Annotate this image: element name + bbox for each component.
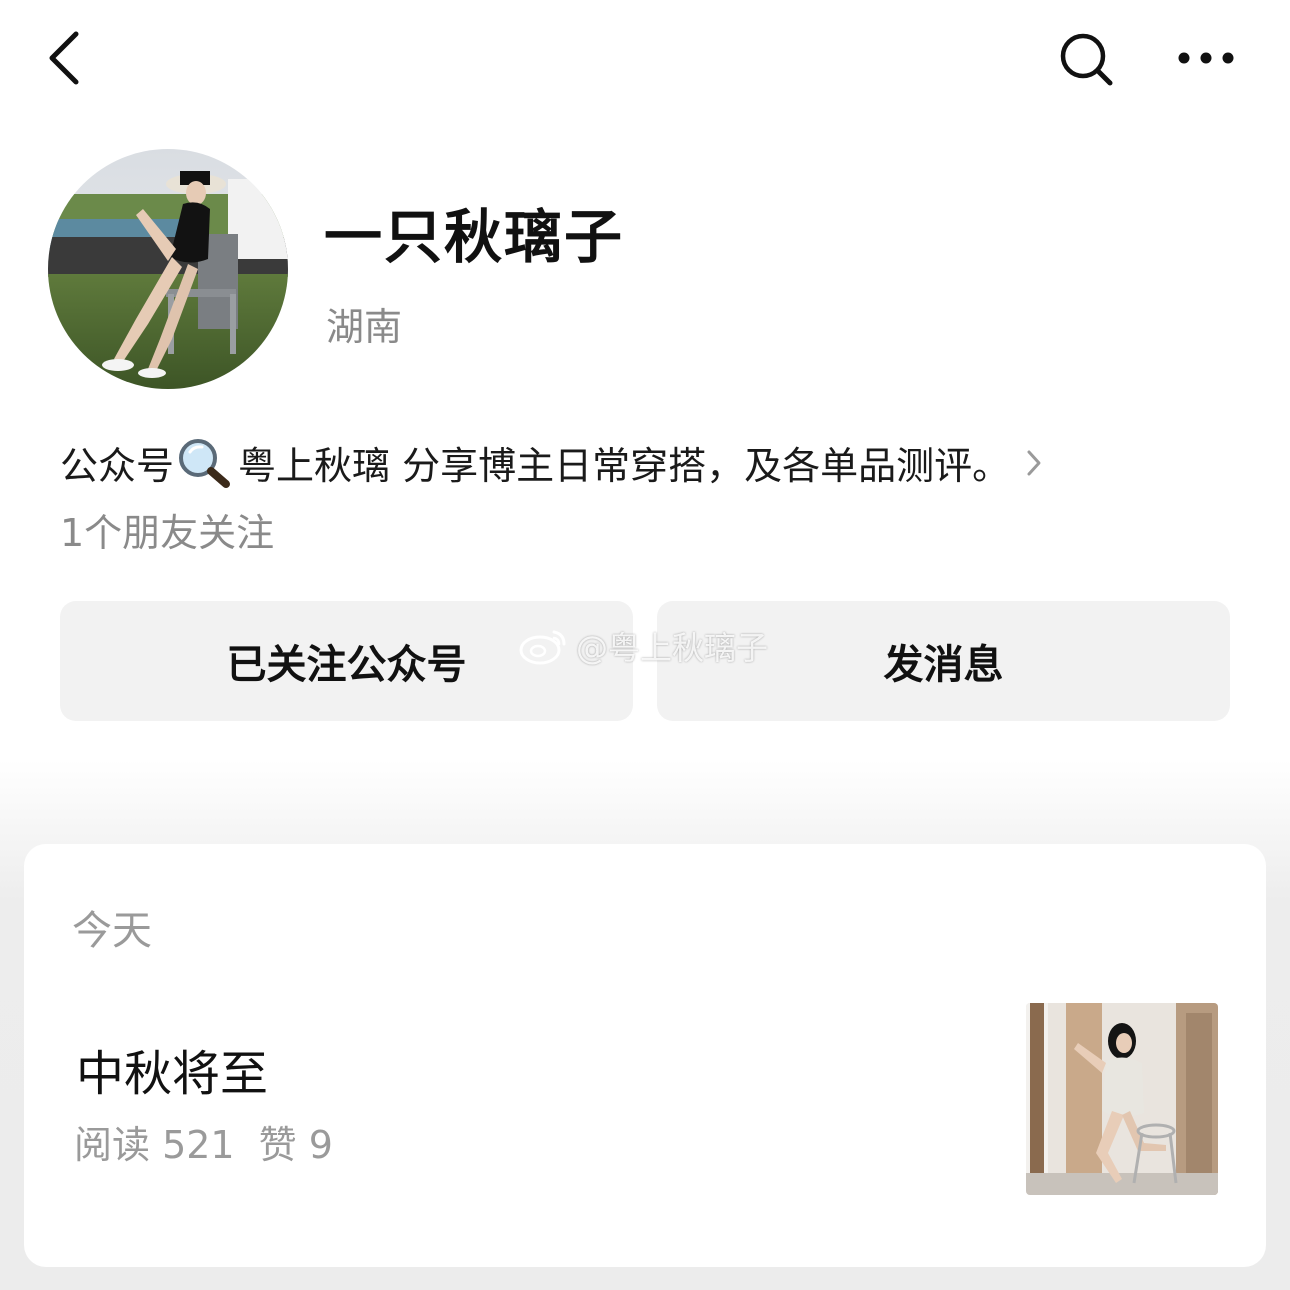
article-stats: 阅读 521 赞 9 bbox=[74, 1114, 333, 1169]
chevron-right-icon bbox=[1024, 445, 1044, 479]
weibo-logo-icon bbox=[519, 630, 566, 665]
article-title: 中秋将至 bbox=[76, 1046, 269, 1102]
chevron-left-icon bbox=[49, 31, 79, 85]
followed-account-label: 已关注公众号 bbox=[226, 642, 467, 688]
article-thumbnail[interactable] bbox=[1026, 1003, 1218, 1195]
intro-prefix: 公众号 bbox=[60, 443, 175, 488]
more-button[interactable] bbox=[1170, 36, 1240, 80]
avatar[interactable] bbox=[48, 149, 288, 389]
avatar-photo bbox=[48, 149, 288, 389]
watermark-text: @粤上秋璃子 bbox=[576, 629, 769, 667]
magnifier-emoji-icon bbox=[176, 436, 234, 488]
search-button[interactable] bbox=[1056, 28, 1120, 92]
friends-following: 1个朋友关注 bbox=[60, 511, 275, 555]
more-dots-icon bbox=[1178, 52, 1234, 64]
article-reads: 阅读 521 bbox=[74, 1123, 235, 1167]
account-intro[interactable]: 公众号 粤上秋璃 分享博主日常穿搭，及各单品测评。 bbox=[60, 434, 1210, 490]
search-icon bbox=[1060, 33, 1113, 86]
intro-text: 粤上秋璃 分享博主日常穿搭，及各单品测评。 bbox=[238, 443, 1011, 488]
watermark: @粤上秋璃子 bbox=[518, 624, 768, 668]
date-label: 今天 bbox=[72, 908, 152, 954]
article-likes: 赞 9 bbox=[258, 1123, 333, 1167]
back-button[interactable] bbox=[40, 26, 100, 90]
account-region: 湖南 bbox=[326, 305, 403, 349]
account-name: 一只秋璃子 bbox=[324, 203, 625, 271]
send-message-label: 发消息 bbox=[883, 642, 1004, 688]
thumbnail-photo bbox=[1026, 1003, 1218, 1195]
